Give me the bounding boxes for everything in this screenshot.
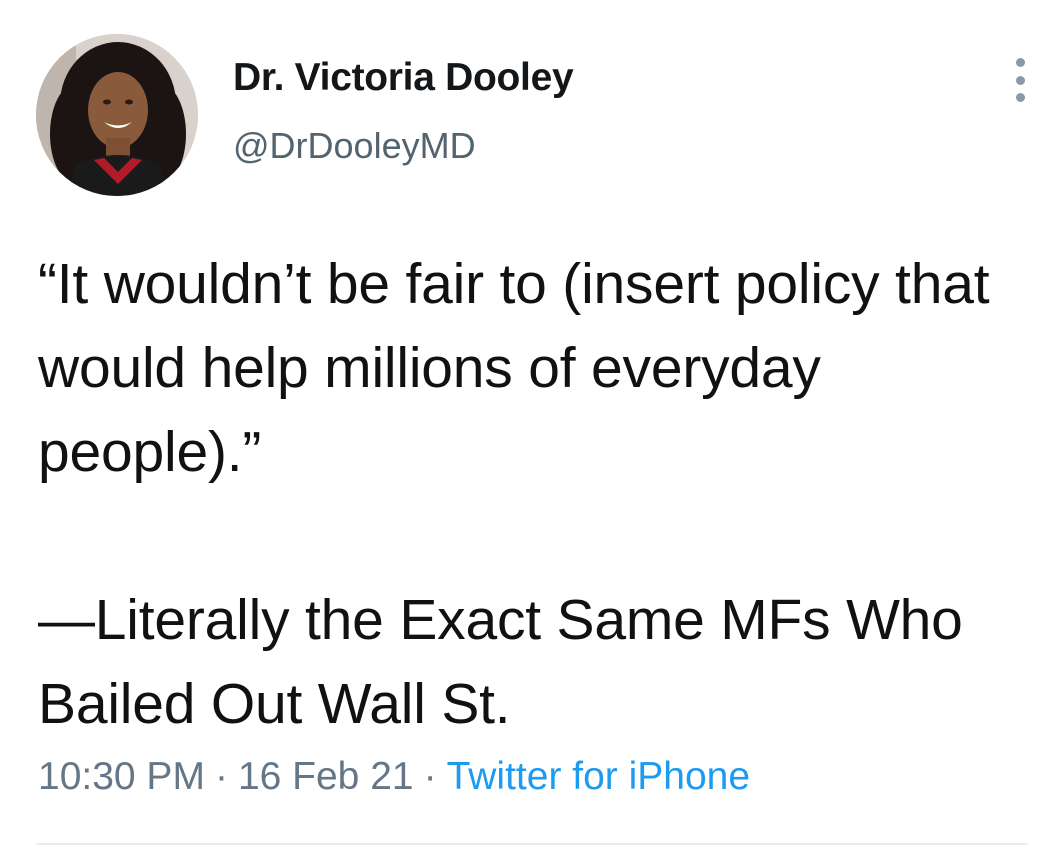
- tweet-date[interactable]: 16 Feb 21: [238, 755, 414, 798]
- tweet-time[interactable]: 10:30 PM: [38, 755, 205, 798]
- tweet-text-gap: [38, 494, 1028, 578]
- more-vertical-icon: [1015, 58, 1025, 67]
- author-info: Dr. Victoria Dooley @DrDooleyMD: [233, 54, 574, 168]
- tweet-text: “It wouldn’t be fair to (insert policy t…: [38, 242, 1028, 746]
- more-vertical-icon: [1015, 93, 1025, 102]
- tweet-text-line: “It wouldn’t be fair to (insert policy t…: [38, 252, 990, 484]
- tweet-meta: 10:30 PM · 16 Feb 21 · Twitter for iPhone: [38, 752, 750, 802]
- user-handle[interactable]: @DrDooleyMD: [233, 124, 573, 168]
- more-vertical-icon: [1015, 75, 1025, 85]
- tweet-text-line: —Literally the Exact Same MFs Who Bailed…: [38, 588, 963, 736]
- meta-separator: ·: [423, 755, 437, 798]
- meta-separator: ·: [214, 755, 228, 798]
- display-name[interactable]: Dr. Victoria Dooley: [233, 54, 574, 102]
- tweet-card: Dr. Victoria Dooley @DrDooleyMD “It woul…: [0, 0, 1064, 850]
- avatar[interactable]: [36, 34, 198, 196]
- profile-photo-icon: [36, 34, 198, 196]
- tweet-source-link[interactable]: Twitter for iPhone: [447, 755, 750, 798]
- more-options-button[interactable]: [1003, 58, 1037, 102]
- divider: [36, 843, 1028, 845]
